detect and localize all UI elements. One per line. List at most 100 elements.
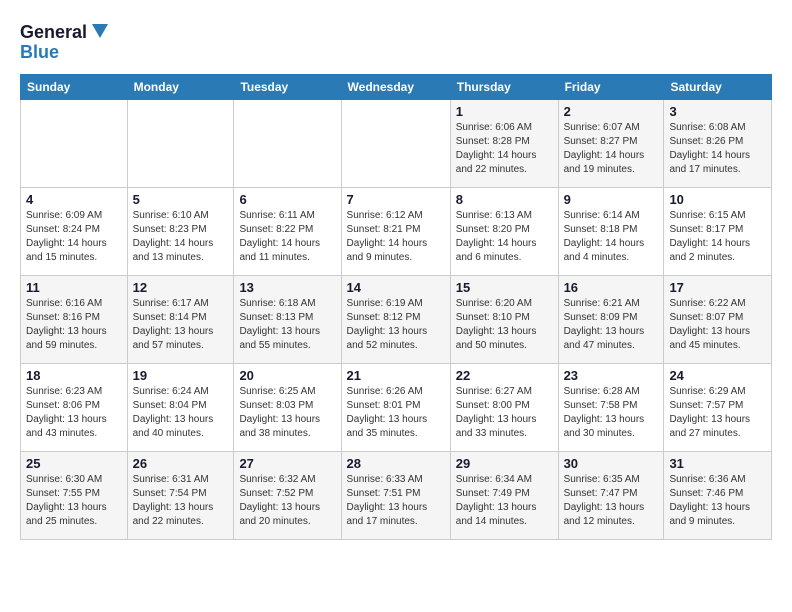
day-number: 16 [564,280,659,295]
logo: General Blue [20,16,110,66]
day-number: 25 [26,456,122,471]
day-info: Sunrise: 6:19 AMSunset: 8:12 PMDaylight:… [347,297,445,353]
day-number: 21 [347,368,445,383]
day-info: Sunrise: 6:18 AMSunset: 8:13 PMDaylight:… [239,297,335,353]
day-number: 12 [133,280,229,295]
day-info: Sunrise: 6:36 AMSunset: 7:46 PMDaylight:… [669,473,766,529]
day-info: Sunrise: 6:10 AMSunset: 8:23 PMDaylight:… [133,209,229,265]
calendar-day-cell [127,100,234,188]
calendar-day-cell: 4Sunrise: 6:09 AMSunset: 8:24 PMDaylight… [21,188,128,276]
calendar-week-row: 1 Sunrise: 6:06 AMSunset: 8:28 PMDaylight… [21,100,772,188]
calendar-day-cell: 11 Sunrise: 6:16 AMSunset: 8:16 PMDayligh… [21,276,128,364]
day-info: Sunrise: 6:15 AMSunset: 8:17 PMDaylight:… [669,209,766,265]
calendar-day-cell [234,100,341,188]
calendar-day-cell: 13 Sunrise: 6:18 AMSunset: 8:13 PMDayligh… [234,276,341,364]
calendar-day-cell: 5 Sunrise: 6:10 AMSunset: 8:23 PMDaylight… [127,188,234,276]
day-info: Sunrise: 6:09 AMSunset: 8:24 PMDaylight:… [26,209,122,265]
day-info: Sunrise: 6:11 AMSunset: 8:22 PMDaylight:… [239,209,335,265]
weekday-header-tuesday: Tuesday [234,75,341,100]
day-info: Sunrise: 6:33 AMSunset: 7:51 PMDaylight:… [347,473,445,529]
day-info: Sunrise: 6:20 AMSunset: 8:10 PMDaylight:… [456,297,553,353]
day-number: 24 [669,368,766,383]
svg-text:General: General [20,22,87,42]
day-number: 29 [456,456,553,471]
calendar-day-cell: 25 Sunrise: 6:30 AMSunset: 7:55 PMDayligh… [21,452,128,540]
calendar-day-cell: 2Sunrise: 6:07 AMSunset: 8:27 PMDaylight… [558,100,664,188]
calendar-day-cell: 26Sunrise: 6:31 AMSunset: 7:54 PMDayligh… [127,452,234,540]
calendar-week-row: 4Sunrise: 6:09 AMSunset: 8:24 PMDaylight… [21,188,772,276]
weekday-header-sunday: Sunday [21,75,128,100]
day-info: Sunrise: 6:31 AMSunset: 7:54 PMDaylight:… [133,473,229,529]
day-info: Sunrise: 6:34 AMSunset: 7:49 PMDaylight:… [456,473,553,529]
calendar-week-row: 18 Sunrise: 6:23 AMSunset: 8:06 PMDayligh… [21,364,772,452]
day-number: 11 [26,280,122,295]
day-info: Sunrise: 6:06 AMSunset: 8:28 PMDaylight:… [456,121,553,177]
calendar-day-cell: 31 Sunrise: 6:36 AMSunset: 7:46 PMDayligh… [664,452,772,540]
day-info: Sunrise: 6:22 AMSunset: 8:07 PMDaylight:… [669,297,766,353]
calendar-week-row: 25 Sunrise: 6:30 AMSunset: 7:55 PMDayligh… [21,452,772,540]
day-number: 13 [239,280,335,295]
day-number: 5 [133,192,229,207]
day-info: Sunrise: 6:30 AMSunset: 7:55 PMDaylight:… [26,473,122,529]
calendar-table: SundayMondayTuesdayWednesdayThursdayFrid… [20,74,772,540]
calendar-day-cell: 17 Sunrise: 6:22 AMSunset: 8:07 PMDayligh… [664,276,772,364]
day-info: Sunrise: 6:08 AMSunset: 8:26 PMDaylight:… [669,121,766,177]
calendar-day-cell [341,100,450,188]
day-info: Sunrise: 6:07 AMSunset: 8:27 PMDaylight:… [564,121,659,177]
calendar-day-cell: 16 Sunrise: 6:21 AMSunset: 8:09 PMDayligh… [558,276,664,364]
calendar-week-row: 11 Sunrise: 6:16 AMSunset: 8:16 PMDayligh… [21,276,772,364]
calendar-day-cell: 28 Sunrise: 6:33 AMSunset: 7:51 PMDayligh… [341,452,450,540]
day-info: Sunrise: 6:24 AMSunset: 8:04 PMDaylight:… [133,385,229,441]
day-info: Sunrise: 6:12 AMSunset: 8:21 PMDaylight:… [347,209,445,265]
day-number: 3 [669,104,766,119]
day-number: 23 [564,368,659,383]
weekday-header-friday: Friday [558,75,664,100]
day-info: Sunrise: 6:29 AMSunset: 7:57 PMDaylight:… [669,385,766,441]
day-number: 15 [456,280,553,295]
day-number: 6 [239,192,335,207]
calendar-day-cell: 1 Sunrise: 6:06 AMSunset: 8:28 PMDaylight… [450,100,558,188]
calendar-day-cell: 6 Sunrise: 6:11 AMSunset: 8:22 PMDaylight… [234,188,341,276]
day-number: 22 [456,368,553,383]
calendar-day-cell: 10Sunrise: 6:15 AMSunset: 8:17 PMDayligh… [664,188,772,276]
day-number: 8 [456,192,553,207]
day-number: 27 [239,456,335,471]
calendar-day-cell: 12Sunrise: 6:17 AMSunset: 8:14 PMDayligh… [127,276,234,364]
day-number: 19 [133,368,229,383]
day-info: Sunrise: 6:26 AMSunset: 8:01 PMDaylight:… [347,385,445,441]
calendar-day-cell: 19 Sunrise: 6:24 AMSunset: 8:04 PMDayligh… [127,364,234,452]
logo-icon: General Blue [20,16,110,66]
calendar-day-cell: 14Sunrise: 6:19 AMSunset: 8:12 PMDayligh… [341,276,450,364]
calendar-day-cell: 29 Sunrise: 6:34 AMSunset: 7:49 PMDayligh… [450,452,558,540]
day-info: Sunrise: 6:13 AMSunset: 8:20 PMDaylight:… [456,209,553,265]
calendar-day-cell: 3 Sunrise: 6:08 AMSunset: 8:26 PMDaylight… [664,100,772,188]
calendar-day-cell: 30 Sunrise: 6:35 AMSunset: 7:47 PMDayligh… [558,452,664,540]
weekday-header-monday: Monday [127,75,234,100]
day-number: 30 [564,456,659,471]
day-info: Sunrise: 6:25 AMSunset: 8:03 PMDaylight:… [239,385,335,441]
day-info: Sunrise: 6:27 AMSunset: 8:00 PMDaylight:… [456,385,553,441]
day-number: 20 [239,368,335,383]
day-info: Sunrise: 6:35 AMSunset: 7:47 PMDaylight:… [564,473,659,529]
day-info: Sunrise: 6:23 AMSunset: 8:06 PMDaylight:… [26,385,122,441]
day-number: 18 [26,368,122,383]
day-number: 28 [347,456,445,471]
page-header: General Blue [20,16,772,66]
day-number: 7 [347,192,445,207]
calendar-day-cell: 7 Sunrise: 6:12 AMSunset: 8:21 PMDaylight… [341,188,450,276]
day-info: Sunrise: 6:16 AMSunset: 8:16 PMDaylight:… [26,297,122,353]
day-info: Sunrise: 6:32 AMSunset: 7:52 PMDaylight:… [239,473,335,529]
calendar-day-cell: 18 Sunrise: 6:23 AMSunset: 8:06 PMDayligh… [21,364,128,452]
calendar-day-cell: 20 Sunrise: 6:25 AMSunset: 8:03 PMDayligh… [234,364,341,452]
weekday-header-thursday: Thursday [450,75,558,100]
weekday-header-row: SundayMondayTuesdayWednesdayThursdayFrid… [21,75,772,100]
calendar-day-cell: 21 Sunrise: 6:26 AMSunset: 8:01 PMDayligh… [341,364,450,452]
calendar-day-cell: 15 Sunrise: 6:20 AMSunset: 8:10 PMDayligh… [450,276,558,364]
day-number: 31 [669,456,766,471]
day-info: Sunrise: 6:21 AMSunset: 8:09 PMDaylight:… [564,297,659,353]
day-number: 17 [669,280,766,295]
day-info: Sunrise: 6:28 AMSunset: 7:58 PMDaylight:… [564,385,659,441]
day-number: 1 [456,104,553,119]
svg-text:Blue: Blue [20,42,59,62]
day-info: Sunrise: 6:14 AMSunset: 8:18 PMDaylight:… [564,209,659,265]
